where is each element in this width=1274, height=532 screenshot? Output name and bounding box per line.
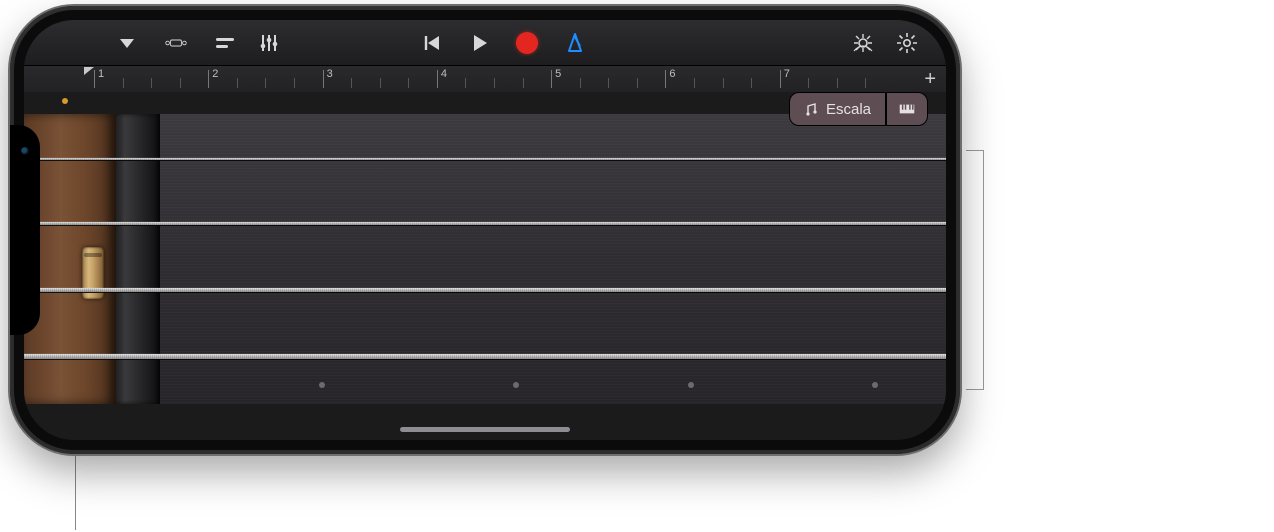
ruler-tick-minor — [408, 78, 409, 88]
ruler-tick-minor — [808, 78, 809, 88]
ruler-tick-minor — [580, 78, 581, 88]
ruler-tick-minor — [265, 78, 266, 88]
ruler-bar-label: 6 — [669, 68, 675, 80]
record-icon — [516, 32, 538, 54]
ruler-tick-minor — [637, 78, 638, 88]
string-4[interactable] — [24, 354, 946, 359]
triangle-down-icon — [115, 31, 139, 55]
scale-notes-icon — [804, 101, 820, 117]
ruler-tick-major — [780, 70, 781, 88]
home-indicator[interactable] — [400, 427, 570, 432]
screen: 1 2 3 4 5 6 7 + Escala — [24, 20, 946, 440]
ruler-tick-minor — [837, 78, 838, 88]
fret-marker-dot — [872, 382, 878, 388]
ruler-tick-major — [208, 70, 209, 88]
ruler-bar-label: 4 — [441, 68, 447, 80]
region-fx-button[interactable] — [210, 28, 240, 58]
go-to-beginning-button[interactable] — [416, 28, 446, 58]
toolbar-right-group — [848, 28, 946, 58]
tracks-view-button[interactable] — [156, 28, 196, 58]
ruler-tick-minor — [751, 78, 752, 88]
ruler-tick-minor — [494, 78, 495, 88]
mixer-sliders-icon — [257, 31, 281, 55]
song-settings-button[interactable] — [892, 28, 922, 58]
track-controls-button[interactable] — [254, 28, 284, 58]
transport-controls — [416, 28, 590, 58]
ruler-tick-major — [323, 70, 324, 88]
metronome-icon — [563, 31, 587, 55]
tab-keyboard[interactable] — [886, 92, 928, 126]
ruler-bar-label: 1 — [98, 68, 104, 80]
callout-right-bracket — [966, 150, 984, 390]
string-2[interactable] — [24, 222, 946, 225]
device-notch — [10, 125, 40, 335]
tracks-icon — [164, 31, 188, 55]
settings-gear-icon — [895, 31, 919, 55]
tab-scale-label: Escala — [826, 101, 871, 118]
fret-marker-dot — [688, 382, 694, 388]
ruler-tick-minor — [723, 78, 724, 88]
ruler-tick-minor — [237, 78, 238, 88]
go-to-beginning-icon — [419, 31, 443, 55]
ruler-tick-major — [665, 70, 666, 88]
add-section-button[interactable]: + — [924, 69, 936, 89]
instrument-browser-button[interactable] — [112, 28, 142, 58]
ruler-bar-label: 7 — [784, 68, 790, 80]
fret-position-markers — [24, 364, 946, 404]
ruler-tick-minor — [523, 78, 524, 88]
string-3[interactable] — [24, 288, 946, 292]
tab-scale[interactable]: Escala — [789, 92, 886, 126]
fret-marker-dot — [513, 382, 519, 388]
ruler-tick-major — [94, 70, 95, 88]
ruler-tick-minor — [180, 78, 181, 88]
metronome-button[interactable] — [560, 28, 590, 58]
region-icon — [213, 31, 237, 55]
fret-marker-dot — [319, 382, 325, 388]
touch-instrument-tabs: Escala — [789, 92, 928, 126]
play-icon — [467, 31, 491, 55]
ruler-tick-minor — [380, 78, 381, 88]
string-1[interactable] — [24, 158, 946, 160]
ruler-bar-label: 2 — [212, 68, 218, 80]
ruler-tick-minor — [151, 78, 152, 88]
ruler-tick-minor — [608, 78, 609, 88]
playhead-marker[interactable] — [84, 67, 94, 75]
ruler-tick-minor — [465, 78, 466, 88]
device-frame: 1 2 3 4 5 6 7 + Escala — [10, 6, 960, 454]
ruler-bar-label: 5 — [555, 68, 561, 80]
ruler[interactable]: 1 2 3 4 5 6 7 + — [24, 66, 946, 92]
ruler-tick-minor — [351, 78, 352, 88]
record-button[interactable] — [512, 28, 542, 58]
guide-track-button[interactable] — [848, 28, 878, 58]
ruler-tick-major — [551, 70, 552, 88]
control-bar — [24, 20, 946, 66]
ruler-tick-minor — [694, 78, 695, 88]
strings-touch-area[interactable] — [24, 114, 946, 404]
ruler-bar-label: 3 — [327, 68, 333, 80]
play-button[interactable] — [464, 28, 494, 58]
keyboard-icon — [899, 101, 915, 117]
ruler-tick-minor — [294, 78, 295, 88]
guide-track-icon — [851, 31, 875, 55]
ruler-tick-minor — [123, 78, 124, 88]
ruler-tick-minor — [865, 78, 866, 88]
cycle-region-marker[interactable] — [62, 98, 68, 104]
ruler-tick-major — [437, 70, 438, 88]
ruler-ticks: 1 2 3 4 5 6 7 — [94, 66, 902, 92]
